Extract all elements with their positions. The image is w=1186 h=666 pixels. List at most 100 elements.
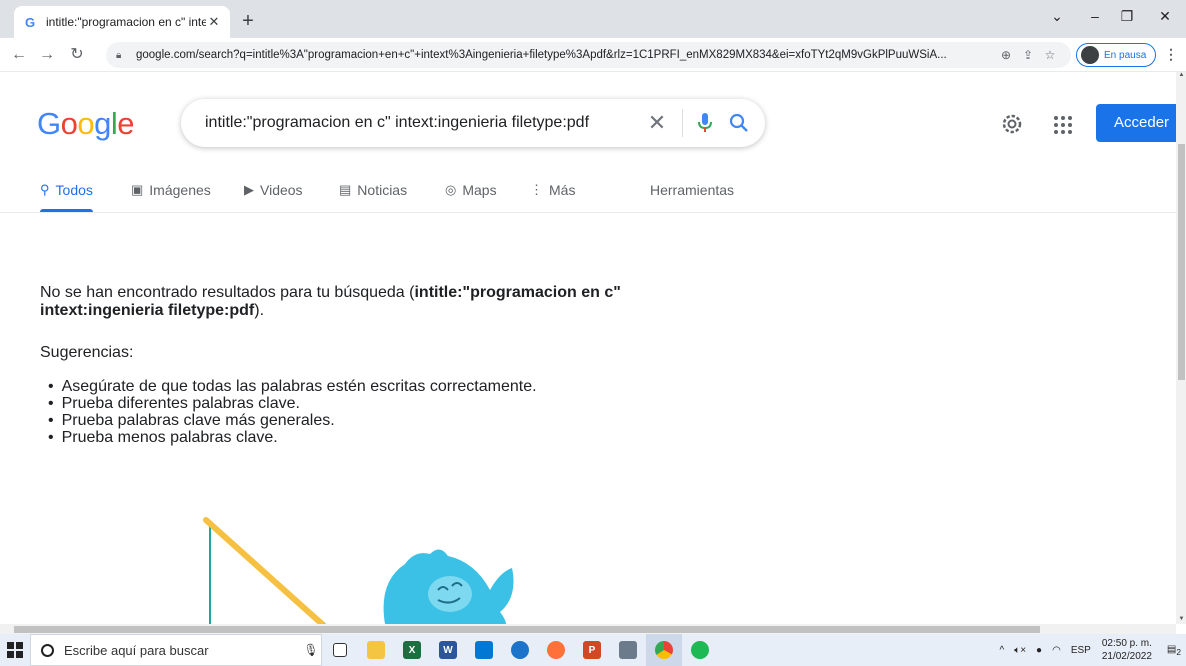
bookmark-star-icon[interactable]: ☆: [1039, 48, 1061, 62]
chevron-up-icon[interactable]: ^: [1000, 645, 1005, 656]
more-icon: ⋮: [530, 182, 543, 197]
search-tabs: ⚲ Todos ▣ Imágenes ▶ Videos ▤ Noticias ◎ Maps…: [0, 178, 1176, 213]
browser-menu-icon[interactable]: ⋮: [1163, 46, 1179, 64]
date: 21/02/2022: [1101, 651, 1152, 662]
search-box[interactable]: intitle:"programacion en c" intext:ingen…: [181, 99, 765, 147]
search-icon[interactable]: [727, 111, 751, 135]
tab-label: Videos: [260, 182, 303, 198]
notifications-icon[interactable]: ▤2: [1167, 644, 1181, 657]
logo-letter: G: [37, 106, 61, 141]
share-icon[interactable]: ⇪: [1017, 48, 1039, 62]
profile-status: En pausa: [1104, 49, 1147, 61]
no-results-illustration: [200, 472, 540, 624]
taskbar-search-input[interactable]: Escribe aquí para buscar 🎙︎: [30, 634, 322, 666]
volume-muted-icon[interactable]: 🔈︎×: [1014, 645, 1026, 656]
settings-gear-icon[interactable]: [1000, 112, 1024, 136]
tools-button[interactable]: Herramientas: [650, 182, 734, 212]
no-results-query: intext:ingenieria filetype:pdf: [40, 302, 255, 319]
tab-videos[interactable]: ▶ Videos: [244, 182, 303, 212]
tab-title: intitle:"programacion en c" intext: [46, 15, 206, 29]
no-results-query: intitle:"programacion en c": [414, 284, 621, 301]
horizontal-scrollbar[interactable]: [0, 624, 1176, 634]
taskbar-search-placeholder: Escribe aquí para buscar: [64, 642, 209, 658]
microphone-icon[interactable]: 🎙︎: [301, 643, 321, 657]
windows-taskbar: Escribe aquí para buscar 🎙︎ X W P ^ 🔈︎× …: [0, 634, 1186, 666]
forward-arrow-icon[interactable]: →: [36, 44, 58, 66]
spotify-icon[interactable]: [682, 634, 718, 666]
new-tab-button[interactable]: +: [236, 10, 260, 34]
google-results-page: Google intitle:"programacion en c" intex…: [0, 72, 1176, 624]
logo-letter: e: [117, 106, 135, 141]
no-results-prefix: No se han encontrado resultados para tu …: [40, 284, 415, 301]
system-tray: ^ 🔈︎× ● ◠ ESP 02:50 p. m. 21/02/2022 ▤2: [995, 634, 1186, 666]
restore-button[interactable]: ❐: [1112, 8, 1142, 30]
app-tray-icon[interactable]: ●: [1036, 645, 1042, 656]
windows-start-icon[interactable]: [0, 634, 30, 666]
tab-label: Noticias: [357, 182, 408, 198]
tab-all[interactable]: ⚲ Todos: [40, 182, 93, 212]
list-item: Asegúrate de que todas las palabras esté…: [48, 378, 537, 395]
app-icon[interactable]: [610, 634, 646, 666]
tab-label: Herramientas: [650, 182, 735, 198]
profile-button[interactable]: En pausa: [1076, 43, 1156, 67]
language-indicator[interactable]: ESP: [1071, 645, 1091, 656]
powerpoint-icon[interactable]: P: [574, 634, 610, 666]
microphone-icon[interactable]: [693, 111, 717, 135]
file-explorer-icon[interactable]: [358, 634, 394, 666]
list-item: Prueba palabras clave más generales.: [48, 412, 537, 429]
address-bar[interactable]: 🔒︎ google.com/search?q=intitle%3A"progra…: [106, 42, 1071, 68]
logo-letter: o: [77, 106, 95, 141]
avatar: [1081, 46, 1099, 64]
time: 02:50 p. m.: [1101, 638, 1152, 649]
logo-letter: o: [60, 106, 78, 141]
browser-tab[interactable]: G intitle:"programacion en c" intext ✕: [14, 6, 230, 38]
list-item: Prueba menos palabras clave.: [48, 429, 537, 446]
tab-maps[interactable]: ◎ Maps: [445, 182, 497, 212]
tab-close-icon[interactable]: ✕: [206, 14, 222, 30]
notification-count: 2: [1176, 646, 1181, 657]
google-favicon-icon: G: [24, 14, 36, 30]
browser-toolbar: ← → ↻ 🔒︎ google.com/search?q=intitle%3A"…: [0, 38, 1186, 72]
store-icon[interactable]: [466, 634, 502, 666]
scroll-thumb[interactable]: [14, 626, 1040, 633]
tab-images[interactable]: ▣ Imágenes: [131, 182, 211, 212]
image-icon: ▣: [131, 182, 144, 197]
divider: [682, 109, 683, 137]
search-input[interactable]: intitle:"programacion en c" intext:ingen…: [205, 114, 642, 132]
photos-icon[interactable]: [502, 634, 538, 666]
zoom-icon[interactable]: ⊕: [995, 48, 1017, 62]
tab-label: Maps: [462, 182, 497, 198]
minimize-button[interactable]: –: [1080, 8, 1110, 30]
task-view-icon[interactable]: [322, 634, 358, 666]
no-results-suffix: ).: [254, 302, 265, 319]
firefox-icon[interactable]: [538, 634, 574, 666]
scroll-down-icon[interactable]: ▼: [1178, 616, 1185, 624]
back-arrow-icon[interactable]: ←: [8, 44, 30, 66]
apps-grid-icon[interactable]: [1050, 112, 1074, 136]
scroll-up-icon[interactable]: ▲: [1178, 72, 1185, 80]
no-results-message: No se han encontrado resultados para tu …: [40, 284, 720, 320]
close-window-button[interactable]: ✕: [1150, 8, 1180, 30]
clear-icon[interactable]: ✕: [642, 110, 672, 136]
sign-in-button[interactable]: Acceder: [1096, 104, 1176, 142]
logo-letter: g: [94, 106, 111, 141]
vertical-scrollbar[interactable]: ▲ ▼: [1176, 72, 1186, 624]
excel-icon[interactable]: X: [394, 634, 430, 666]
address-url[interactable]: google.com/search?q=intitle%3A"programac…: [136, 49, 995, 61]
word-icon[interactable]: W: [430, 634, 466, 666]
reload-icon[interactable]: ↻: [66, 44, 88, 66]
scroll-thumb[interactable]: [1178, 144, 1185, 380]
tab-more[interactable]: ⋮ Más: [530, 182, 575, 212]
suggestions-list: Asegúrate de que todas las palabras esté…: [48, 378, 537, 446]
chrome-icon[interactable]: [646, 634, 682, 666]
wifi-icon[interactable]: ◠: [1052, 645, 1061, 656]
tab-label: Más: [549, 182, 576, 198]
google-logo[interactable]: Google: [37, 106, 135, 142]
tab-label: Todos: [55, 182, 93, 198]
play-icon: ▶: [244, 182, 254, 197]
list-item: Prueba diferentes palabras clave.: [48, 395, 537, 412]
lock-icon[interactable]: 🔒︎: [116, 50, 130, 61]
clock[interactable]: 02:50 p. m. 21/02/2022: [1102, 637, 1152, 663]
tab-news[interactable]: ▤ Noticias: [339, 182, 407, 212]
tab-search-chevron-icon[interactable]: ⌄: [1042, 8, 1072, 30]
